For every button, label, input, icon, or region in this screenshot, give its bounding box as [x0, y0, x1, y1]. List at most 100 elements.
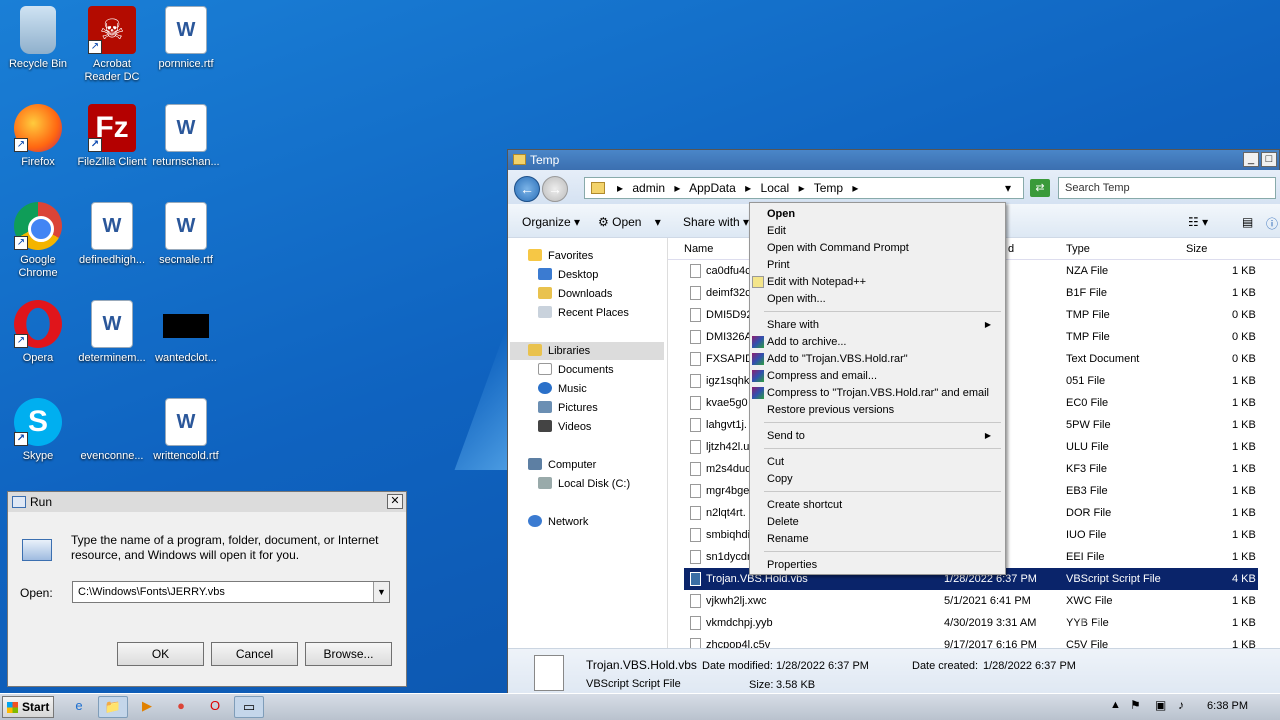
- nav-recent-places[interactable]: Recent Places: [538, 304, 629, 322]
- menu-properties[interactable]: Properties: [767, 557, 817, 573]
- desktop-icon-firefox[interactable]: ↗ Firefox: [0, 104, 76, 169]
- preview-pane-icon[interactable]: ▤: [1242, 215, 1253, 229]
- file-icon: [690, 286, 701, 300]
- explorer-titlebar[interactable]: Temp _ □: [508, 150, 1279, 170]
- nav-pictures[interactable]: Pictures: [538, 399, 598, 417]
- clock[interactable]: 6:38 PM: [1207, 700, 1248, 712]
- menu-open-with[interactable]: Open with...: [767, 291, 826, 307]
- menu-copy[interactable]: Copy: [767, 471, 793, 487]
- run-titlebar[interactable]: Run ✕: [8, 492, 406, 512]
- menu-add-rar[interactable]: Add to "Trojan.VBS.Hold.rar": [752, 351, 908, 367]
- browse-button[interactable]: Browse...: [305, 642, 392, 666]
- flag-icon[interactable]: ⚑: [1130, 698, 1141, 712]
- address-bar[interactable]: ▸ admin ▸ AppData ▸ Local ▸ Temp ▸ ▾: [584, 177, 1024, 199]
- organize-button[interactable]: Organize ▾: [522, 215, 580, 229]
- nav-label: Computer: [548, 459, 597, 471]
- desktop-icon-pornnice[interactable]: W pornnice.rtf: [148, 6, 224, 71]
- breadcrumb-appdata[interactable]: AppData: [689, 181, 736, 195]
- nav-videos[interactable]: Videos: [538, 418, 591, 436]
- run-taskbar-icon[interactable]: ▭: [234, 696, 264, 718]
- nav-local-disk[interactable]: Local Disk (C:): [538, 475, 630, 493]
- menu-add-archive[interactable]: Add to archive...: [752, 334, 847, 350]
- menu-edit[interactable]: Edit: [767, 223, 786, 239]
- start-button[interactable]: Start: [2, 696, 54, 718]
- menu-separator: [764, 311, 1001, 312]
- desktop-icon-chrome[interactable]: ↗ Google Chrome: [0, 202, 76, 280]
- column-name[interactable]: Name: [684, 243, 713, 255]
- desktop-icon-evenconne[interactable]: evenconne...: [74, 398, 150, 463]
- breadcrumb-local[interactable]: Local: [761, 181, 790, 195]
- column-date[interactable]: d: [1008, 243, 1014, 255]
- shortcut-arrow-icon: ↗: [14, 138, 28, 152]
- nav-documents[interactable]: Documents: [538, 361, 614, 379]
- desktop-icon-determinem[interactable]: W determinem...: [74, 300, 150, 365]
- cancel-button[interactable]: Cancel: [211, 642, 298, 666]
- help-icon[interactable]: ⓘ: [1266, 215, 1278, 232]
- desktop-icon-wantedclot[interactable]: wantedclot...: [148, 300, 224, 365]
- address-dropdown-icon[interactable]: ▾: [1005, 178, 1011, 198]
- ok-button[interactable]: OK: [117, 642, 204, 666]
- details-modified: 1/28/2022 6:37 PM: [776, 660, 869, 672]
- forward-button[interactable]: →: [542, 176, 568, 202]
- file-icon: [690, 550, 701, 564]
- search-input[interactable]: Search Temp: [1058, 177, 1276, 199]
- menu-rename[interactable]: Rename: [767, 531, 809, 547]
- file-icon: [690, 330, 701, 344]
- run-open-input[interactable]: C:\Windows\Fonts\JERRY.vbs ▼: [72, 581, 390, 603]
- desktop-icon-recycle-bin[interactable]: Recycle Bin: [0, 6, 76, 71]
- desktop-icon-skype[interactable]: S ↗ Skype: [0, 398, 76, 463]
- menu-separator: [764, 448, 1001, 449]
- nav-libraries[interactable]: Libraries: [510, 342, 664, 360]
- menu-compress-email[interactable]: Compress and email...: [752, 368, 877, 384]
- nav-network[interactable]: Network: [528, 513, 588, 531]
- menu-create-shortcut[interactable]: Create shortcut: [767, 497, 842, 513]
- maximize-button[interactable]: □: [1261, 152, 1277, 167]
- menu-share-with[interactable]: Share with ▶: [767, 317, 999, 333]
- nav-music[interactable]: Music: [538, 380, 587, 398]
- menu-send-to[interactable]: Send to ▶: [767, 428, 999, 444]
- view-options-icon[interactable]: ☷ ▾: [1188, 215, 1208, 229]
- menu-open-cmd[interactable]: Open with Command Prompt: [767, 240, 909, 256]
- menu-edit-npp[interactable]: Edit with Notepad++: [752, 274, 866, 290]
- file-size: 4 KB: [1232, 573, 1256, 585]
- nav-desktop[interactable]: Desktop: [538, 266, 598, 284]
- volume-icon[interactable]: ♪: [1178, 698, 1184, 712]
- close-icon[interactable]: ✕: [387, 494, 403, 509]
- opera-taskbar-icon[interactable]: O: [200, 696, 230, 718]
- nav-computer[interactable]: Computer: [528, 456, 596, 474]
- dropdown-arrow-icon[interactable]: ▼: [373, 582, 389, 602]
- menu-print[interactable]: Print: [767, 257, 790, 273]
- column-size[interactable]: Size: [1186, 243, 1207, 255]
- network-tray-icon[interactable]: ▣: [1155, 698, 1166, 712]
- desktop-icon-writtencold[interactable]: W writtencold.rtf: [148, 398, 224, 463]
- show-hidden-icons[interactable]: ▲: [1110, 699, 1121, 711]
- ie-icon[interactable]: e: [64, 696, 94, 718]
- breadcrumb-admin[interactable]: admin: [632, 181, 665, 195]
- menu-cut[interactable]: Cut: [767, 454, 784, 470]
- explorer-taskbar-icon[interactable]: 📁: [98, 696, 128, 718]
- nav-favorites[interactable]: Favorites: [528, 247, 593, 265]
- menu-delete[interactable]: Delete: [767, 514, 799, 530]
- media-player-icon[interactable]: ▶: [132, 696, 162, 718]
- menu-compress-rar-email[interactable]: Compress to "Trojan.VBS.Hold.rar" and em…: [752, 385, 989, 401]
- desktop-icon-returnschan[interactable]: W returnschan...: [148, 104, 224, 169]
- open-button[interactable]: ⚙ Open ▾: [598, 215, 661, 229]
- desktop-icon-secmale[interactable]: W secmale.rtf: [148, 202, 224, 267]
- menu-open[interactable]: Open: [767, 206, 795, 222]
- nav-downloads[interactable]: Downloads: [538, 285, 612, 303]
- minimize-button[interactable]: _: [1243, 152, 1259, 167]
- chrome-taskbar-icon[interactable]: ●: [166, 696, 196, 718]
- desktop-icon-opera[interactable]: ↗ Opera: [0, 300, 76, 365]
- column-type[interactable]: Type: [1066, 243, 1090, 255]
- desktop-icon-filezilla[interactable]: Fz ↗ FileZilla Client: [74, 104, 150, 169]
- breadcrumb-temp[interactable]: Temp: [814, 181, 843, 195]
- details-modified-label: Date modified:: [702, 660, 773, 672]
- desktop-icon-definedhigh[interactable]: W definedhigh...: [74, 202, 150, 267]
- opera-icon: ↗: [14, 300, 62, 348]
- file-date: 4/30/2019 3:31 AM: [944, 617, 1037, 629]
- menu-restore[interactable]: Restore previous versions: [767, 402, 894, 418]
- desktop-icon-acrobat[interactable]: ☠ ↗ Acrobat Reader DC: [74, 6, 150, 84]
- back-button[interactable]: ←: [514, 176, 540, 202]
- refresh-button[interactable]: ⇄: [1030, 179, 1050, 197]
- share-with-button[interactable]: Share with ▾: [683, 215, 749, 229]
